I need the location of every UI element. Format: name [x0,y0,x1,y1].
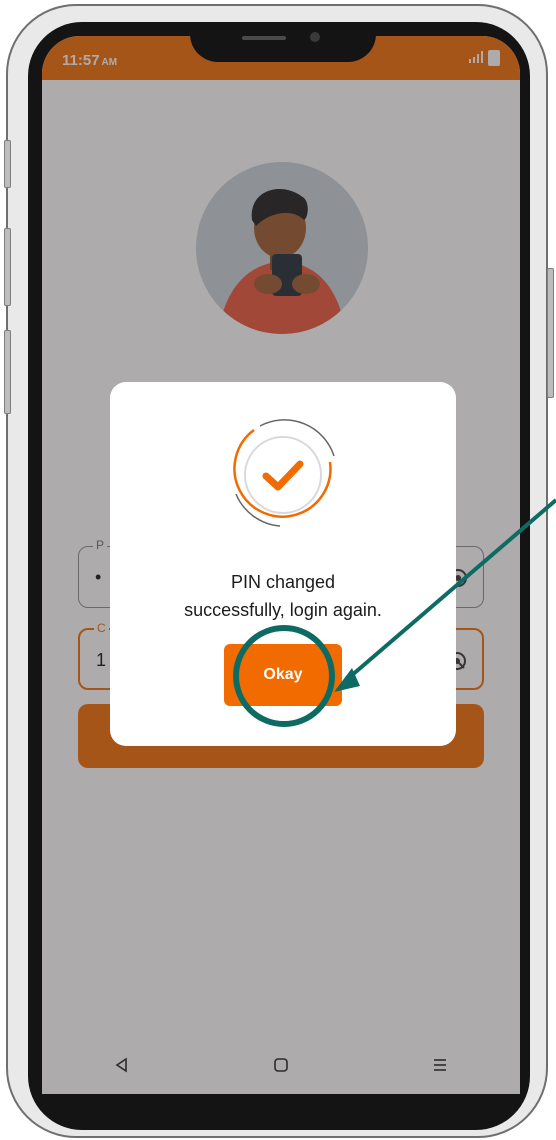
phone-side-button [4,140,11,188]
phone-side-button [547,268,554,398]
phone-side-button [4,330,11,414]
speaker-grille [242,36,286,40]
check-circle-icon [224,416,342,534]
dialog-message-line1: PIN changed [230,572,336,592]
phone-notch [190,22,376,62]
dialog-message-line2: successfully, login again. [184,600,382,620]
success-dialog: PIN changed successfully, login again. O… [110,382,456,746]
screen: 11:57 AM P • C 1 PIN changed successfull… [42,36,520,1094]
phone-side-button [4,228,11,306]
okay-button[interactable]: Okay [224,644,342,706]
dialog-message: PIN changed successfully, login again. [110,568,456,624]
front-camera [310,32,320,42]
